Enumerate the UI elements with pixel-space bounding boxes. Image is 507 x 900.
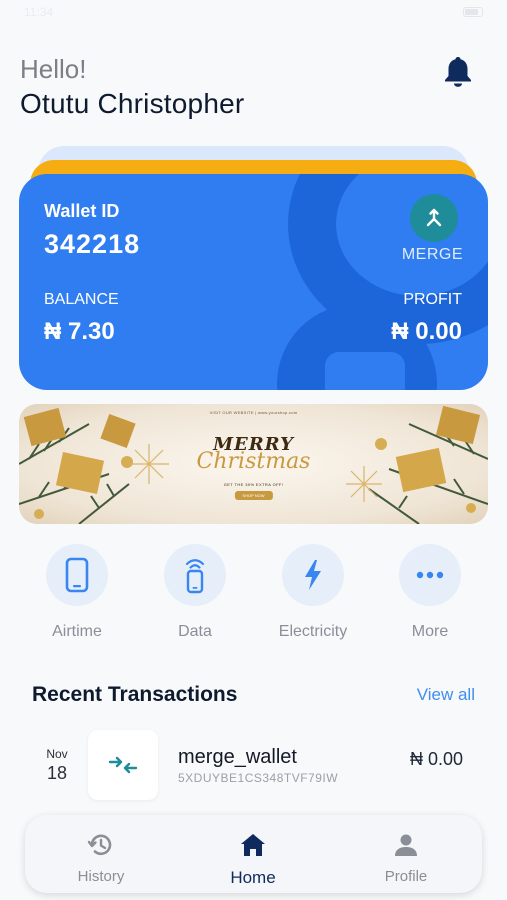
wallet-id-value: 342218 [44,229,141,259]
quick-action-airtime[interactable]: Airtime [32,544,122,641]
quick-action-label: More [411,623,449,640]
person-icon [395,834,417,856]
merge-icon [426,208,442,227]
christmas-promo-banner[interactable]: VISIT OUR WEBSITE | www.yourshop.com MER… [19,404,488,524]
signal-phone-icon [185,559,205,594]
quick-action-electricity[interactable]: Electricity [268,544,358,641]
profit-label: PROFIT [403,291,462,308]
nav-profile[interactable]: Profile [356,831,456,885]
nav-home[interactable]: Home [203,831,303,888]
notification-bell-icon[interactable] [443,54,473,88]
nav-label: History [77,868,125,885]
phone-icon [65,557,89,593]
recent-transactions-title: Recent Transactions [32,683,238,706]
quick-action-label: Electricity [278,623,348,640]
profit-value: ₦ 0.00 [391,318,462,345]
transaction-amount: ₦ 0.00 [409,749,463,769]
banner-offer-text: GET THE 30% EXTRA OFF! [223,482,284,487]
wallet-id-label: Wallet ID [44,201,120,221]
history-icon [87,834,112,856]
nav-history[interactable]: History [51,831,151,885]
lightning-icon [305,560,321,590]
user-name: Otutu Christopher [20,88,245,119]
status-time: 11:34 [24,5,54,19]
bottom-navigation: History Home Profile [25,815,482,893]
merge-label: MERGE [401,246,463,263]
status-bar: 11:34 [0,0,507,24]
banner-shop-button[interactable]: SHOP NOW [234,491,273,500]
card-decoration [325,352,405,390]
view-all-link[interactable]: View all [417,685,475,705]
merge-arrows-icon [108,756,138,774]
transaction-icon-box [88,730,158,800]
more-icon-circle [399,544,461,606]
home-icon [241,834,265,856]
quick-action-data[interactable]: Data [150,544,240,641]
more-dots-icon [416,571,444,579]
banner-website-text: VISIT OUR WEBSITE | www.yourshop.com [209,410,298,415]
data-icon-circle [164,544,226,606]
transaction-date: Nov 18 [42,747,72,784]
transaction-name: merge_wallet [178,746,297,768]
balance-value: ₦ 7.30 [44,318,115,345]
quick-action-label: Data [178,623,212,640]
electricity-icon-circle [282,544,344,606]
transaction-month: Nov [46,747,68,761]
balance-label: BALANCE [44,291,119,308]
battery-icon [463,7,483,17]
nav-label: Profile [384,868,428,885]
nav-label: Home [230,868,276,887]
transaction-day: 18 [46,763,68,783]
transaction-reference: 5XDUYBE1CS348TVF79IW [178,771,339,785]
airtime-icon-circle [46,544,108,606]
banner-christmas-text: Christmas [196,449,311,474]
wallet-card[interactable]: Wallet ID 342218 MERGE BALANCE ₦ 7.30 PR… [19,174,488,390]
greeting-text: Hello! [20,54,87,84]
quick-action-label: Airtime [52,623,102,640]
quick-action-more[interactable]: More [385,544,475,641]
merge-button[interactable] [410,194,458,242]
